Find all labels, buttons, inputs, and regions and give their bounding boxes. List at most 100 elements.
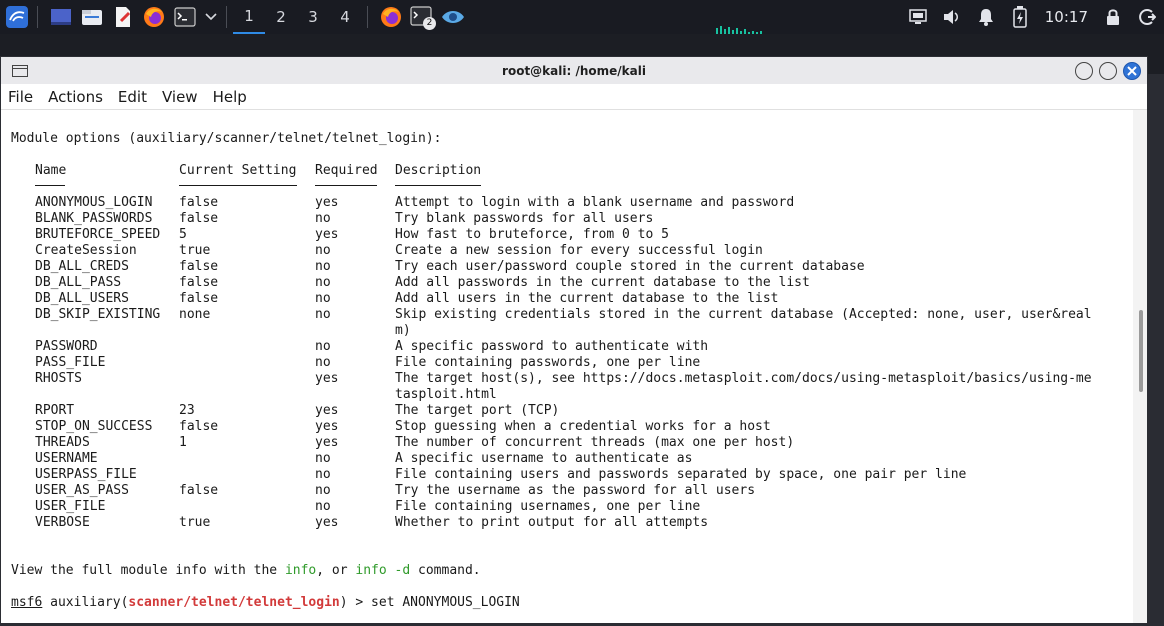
command-input[interactable]: set ANONYMOUS_LOGIN bbox=[371, 595, 520, 610]
option-current-setting: false bbox=[179, 483, 219, 498]
option-description: Try each user/password couple stored in … bbox=[395, 259, 865, 274]
column-underline-name bbox=[35, 185, 65, 186]
terminal-titlebar[interactable]: root@kali: /home/kali bbox=[1, 57, 1147, 84]
column-header-required: Required bbox=[315, 163, 378, 178]
terminal-scrollbar[interactable] bbox=[1133, 110, 1147, 623]
close-icon bbox=[1127, 66, 1137, 76]
option-required: yes bbox=[315, 371, 339, 386]
option-description: File containing usernames, one per line bbox=[395, 499, 701, 514]
option-description: Attempt to login with a blank username a… bbox=[395, 195, 795, 210]
option-name: RHOSTS bbox=[35, 371, 82, 386]
option-name: ANONYMOUS_LOGIN bbox=[35, 195, 153, 210]
terminal-window: root@kali: /home/kali File Actions Edit … bbox=[0, 56, 1148, 624]
workspace-4[interactable]: 4 bbox=[329, 0, 361, 34]
option-name: VERBOSE bbox=[35, 515, 90, 530]
menu-help[interactable]: Help bbox=[213, 88, 247, 106]
option-description: Add all users in the current database to… bbox=[395, 291, 779, 306]
workspace-3[interactable]: 3 bbox=[297, 0, 329, 34]
logout-icon[interactable] bbox=[1130, 0, 1164, 34]
option-description-continued: m) bbox=[395, 323, 411, 338]
clock[interactable]: 10:17 bbox=[1037, 8, 1096, 26]
info-detail-command: info -d bbox=[355, 563, 411, 578]
terminal-launcher-icon[interactable] bbox=[171, 3, 199, 31]
option-current-setting: false bbox=[179, 211, 219, 226]
firefox-icon[interactable] bbox=[140, 3, 168, 31]
option-required: no bbox=[315, 451, 331, 466]
option-name: STOP_ON_SUCCESS bbox=[35, 419, 153, 434]
menu-file[interactable]: File bbox=[8, 88, 33, 106]
option-current-setting: true bbox=[179, 515, 211, 530]
window-title: root@kali: /home/kali bbox=[502, 63, 646, 78]
close-button[interactable] bbox=[1123, 62, 1141, 80]
option-current-setting: 5 bbox=[179, 227, 187, 242]
option-required: yes bbox=[315, 515, 339, 530]
option-required: yes bbox=[315, 403, 339, 418]
network-tool-icon[interactable] bbox=[439, 3, 467, 31]
option-required: yes bbox=[315, 227, 339, 242]
maximize-button[interactable] bbox=[1099, 62, 1117, 80]
hint-text: View the full module info with the bbox=[11, 563, 285, 578]
option-current-setting: false bbox=[179, 419, 219, 434]
firefox-window-icon[interactable] bbox=[377, 3, 405, 31]
menu-view[interactable]: View bbox=[162, 88, 198, 106]
module-options-header: Module options (auxiliary/scanner/telnet… bbox=[11, 131, 442, 146]
option-name: BLANK_PASSWORDS bbox=[35, 211, 153, 226]
kali-menu-icon[interactable] bbox=[3, 3, 31, 31]
file-manager-icon[interactable] bbox=[78, 3, 106, 31]
option-current-setting: false bbox=[179, 259, 219, 274]
option-required: yes bbox=[315, 195, 339, 210]
option-description: Whether to print output for all attempts bbox=[395, 515, 709, 530]
option-name: USERPASS_FILE bbox=[35, 467, 137, 482]
option-description: The number of concurrent threads (max on… bbox=[395, 435, 795, 450]
workspace-1[interactable]: 1 bbox=[233, 0, 265, 34]
option-name: DB_SKIP_EXISTING bbox=[35, 307, 161, 322]
option-description: Try the username as the password for all… bbox=[395, 483, 756, 498]
terminal-window-count-badge: 2 bbox=[423, 17, 436, 30]
option-name: RPORT bbox=[35, 403, 75, 418]
lock-icon[interactable] bbox=[1096, 0, 1130, 34]
desktop-icon[interactable] bbox=[47, 3, 75, 31]
option-required: no bbox=[315, 291, 331, 306]
text-editor-icon[interactable] bbox=[109, 3, 137, 31]
column-header-current-setting: Current Setting bbox=[179, 163, 297, 178]
option-required: yes bbox=[315, 435, 339, 450]
menu-actions[interactable]: Actions bbox=[48, 88, 103, 106]
battery-charging-icon[interactable] bbox=[1003, 0, 1037, 34]
option-name: PASS_FILE bbox=[35, 355, 106, 370]
hint-text: , or bbox=[316, 563, 356, 578]
terminal-window-icon[interactable]: 2 bbox=[408, 3, 436, 31]
option-name: DB_ALL_USERS bbox=[35, 291, 129, 306]
option-required: no bbox=[315, 483, 331, 498]
module-info-hint: View the full module info with the info,… bbox=[11, 563, 481, 579]
taskbar-separator bbox=[367, 6, 368, 28]
hint-text: command. bbox=[410, 563, 481, 578]
notification-bell-icon[interactable] bbox=[969, 0, 1003, 34]
volume-icon[interactable] bbox=[935, 0, 969, 34]
option-description: The target host(s), see https://docs.met… bbox=[395, 371, 1092, 386]
option-description-continued: tasploit.html bbox=[395, 387, 497, 402]
option-name: USER_FILE bbox=[35, 499, 106, 514]
network-activity-graph bbox=[716, 26, 762, 34]
screen-icon[interactable] bbox=[901, 0, 935, 34]
option-current-setting: false bbox=[179, 275, 219, 290]
column-underline-required bbox=[315, 185, 377, 186]
option-name: DB_ALL_CREDS bbox=[35, 259, 129, 274]
option-description: Create a new session for every successfu… bbox=[395, 243, 763, 258]
scrollbar-thumb[interactable] bbox=[1139, 310, 1143, 392]
workspace-2[interactable]: 2 bbox=[265, 0, 297, 34]
option-current-setting: none bbox=[179, 307, 211, 322]
terminal-output[interactable]: Module options (auxiliary/scanner/telnet… bbox=[1, 110, 1133, 623]
menu-edit[interactable]: Edit bbox=[118, 88, 147, 106]
option-name: PASSWORD bbox=[35, 339, 98, 354]
chevron-down-icon[interactable] bbox=[202, 3, 220, 31]
option-description: Skip existing credentials stored in the … bbox=[395, 307, 1092, 322]
minimize-button[interactable] bbox=[1075, 62, 1093, 80]
command-prompt[interactable]: msf6 auxiliary(scanner/telnet/telnet_log… bbox=[11, 595, 520, 611]
option-description: Try blank passwords for all users bbox=[395, 211, 654, 226]
option-name: CreateSession bbox=[35, 243, 137, 258]
taskbar-separator bbox=[37, 6, 38, 28]
option-description: Add all passwords in the current databas… bbox=[395, 275, 810, 290]
option-current-setting: false bbox=[179, 291, 219, 306]
option-required: no bbox=[315, 243, 331, 258]
prompt-text: auxiliary( bbox=[42, 595, 129, 610]
